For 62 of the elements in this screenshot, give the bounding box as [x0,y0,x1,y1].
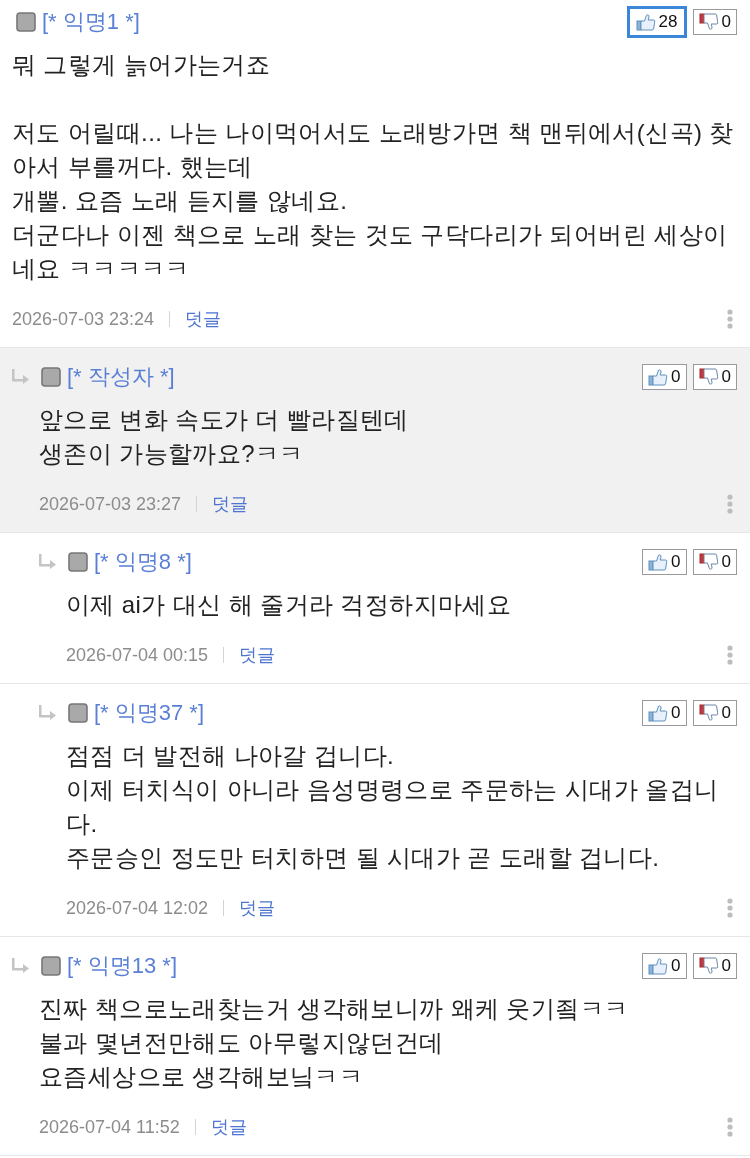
author-name: [* 작성자 *] [67,363,175,391]
reply-link[interactable]: 덧글 [185,307,222,331]
comment-text: 생존이 가능할까요?ㅋㅋ [39,439,305,469]
comment-date: 2026-07-04 11:52 [39,1116,180,1138]
comment-text: 더군다나 이젠 책으로 노래 찾는 것도 구닥다리가 되어버린 세상이네요 ㅋㅋㅋㅋㅋ [12,220,729,284]
thumbs-up-icon [648,553,669,571]
like-button[interactable]: 28 [626,6,687,38]
avatar-icon [68,703,88,723]
dislike-button[interactable]: 0 [692,953,737,979]
avatar-icon [16,12,36,32]
thumbs-up-icon [635,13,656,31]
author-name: [* 익명8 *] [94,548,192,576]
more-options-icon[interactable] [727,494,733,514]
like-button[interactable]: 0 [642,364,687,390]
reply-arrow-icon [38,554,58,570]
thumbs-up-icon [648,957,669,975]
thumbs-down-icon [698,13,719,31]
reply-link[interactable]: 덧글 [212,492,249,516]
comment-date: 2026-07-04 00:15 [66,644,209,666]
comment-text: 요즘세상으로 생각해보닠ㅋㅋ [39,1062,365,1092]
thumbs-down-icon [698,704,719,722]
reply-link[interactable]: 덧글 [239,896,276,920]
author-name: [* 익명37 *] [94,699,205,727]
like-button[interactable]: 0 [642,953,687,979]
avatar-icon [41,956,61,976]
reply-arrow-icon [11,958,31,974]
dislike-button[interactable]: 0 [692,700,737,726]
more-options-icon[interactable] [727,1117,733,1137]
comment-text: 이제 터치식이 아니라 음성명령으로 주문하는 시대가 올겁니다. [66,775,720,839]
author-name: [* 익명1 *] [42,8,140,36]
thumbs-down-icon [698,553,719,571]
thumbs-down-icon [698,368,719,386]
more-options-icon[interactable] [727,898,733,918]
avatar-icon [41,367,61,387]
comment-text: 이제 ai가 대신 해 줄거라 걱정하지마세요 [66,590,513,620]
reply-arrow-icon [38,705,58,721]
thumbs-down-icon [698,957,719,975]
comment-date: 2026-07-04 12:02 [66,897,209,919]
comment-text: 뭐 그렇게 늙어가는거죠 [12,50,272,80]
more-options-icon[interactable] [727,645,733,665]
more-options-icon[interactable] [727,309,733,329]
dislike-button[interactable]: 0 [692,9,737,35]
reply-link[interactable]: 덧글 [210,1115,247,1139]
comment-text: 점점 더 발전해 나아갈 겁니다. [66,741,396,771]
comment-text: 앞으로 변화 속도가 더 빨라질텐데 [39,405,410,435]
dislike-button[interactable]: 0 [692,549,737,575]
comment-text: 저도 어릴때... 나는 나이먹어서도 노래방가면 책 맨뒤에서(신곡) 찾아서 부를꺼다. 했는데 [12,118,735,182]
comment-text: 불과 몇년전만해도 아무렇지않던건데 [39,1028,445,1058]
author-name: [* 익명13 *] [67,952,178,980]
reply-arrow-icon [11,369,31,385]
dislike-button[interactable]: 0 [692,364,737,390]
like-button[interactable]: 0 [642,700,687,726]
comment-date: 2026-07-03 23:27 [39,493,182,515]
comment-date: 2026-07-03 23:24 [12,308,155,330]
like-button[interactable]: 0 [642,549,687,575]
avatar-icon [68,552,88,572]
thumbs-up-icon [648,704,669,722]
comment-text: 진짜 책으로노래찾는거 생각해보니까 왜케 웃기죜ㅋㅋ [39,994,630,1024]
comment-text: 주문승인 정도만 터치하면 될 시대가 곧 도래할 겁니다. [66,843,661,873]
comment-text: 개뿔. 요즘 노래 듣지를 않네요. [12,186,349,216]
reply-link[interactable]: 덧글 [239,643,276,667]
thumbs-up-icon [648,368,669,386]
